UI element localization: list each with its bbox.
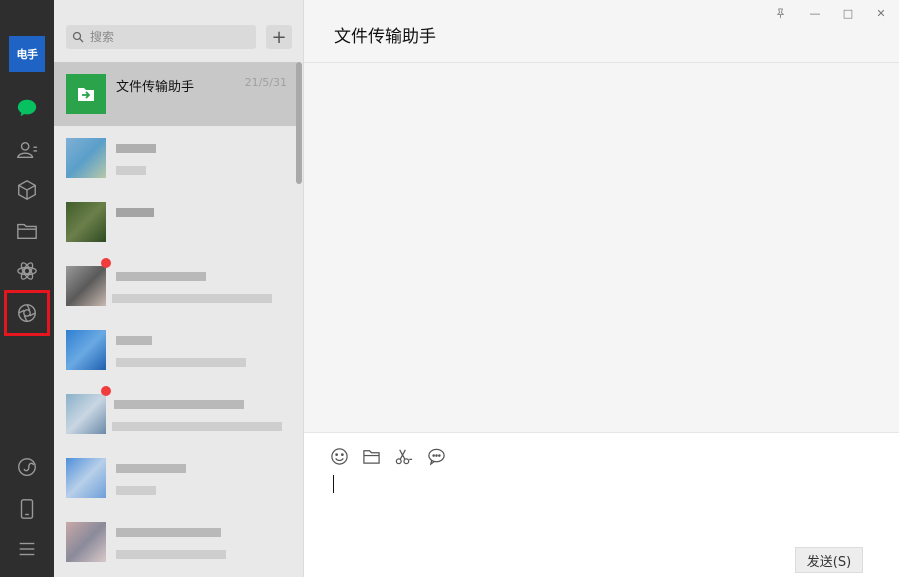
contact-avatar [66, 202, 106, 242]
contact-avatar [66, 394, 106, 434]
blurred-name [114, 400, 244, 409]
chat-history-button[interactable] [425, 445, 447, 467]
emoji-icon [330, 447, 348, 465]
close-button[interactable]: ✕ [871, 4, 891, 22]
chat-item-blurred[interactable] [54, 190, 297, 254]
search-box[interactable] [66, 25, 256, 49]
unread-badge [101, 386, 111, 396]
files-nav-button[interactable] [7, 214, 47, 248]
chat-item-blurred[interactable] [54, 318, 297, 382]
phone-icon [20, 499, 34, 519]
chat-item-blurred[interactable] [54, 126, 297, 190]
blurred-message [116, 550, 226, 559]
chat-window: 文件传输助手 — □ ✕ 发送(S) [304, 0, 899, 577]
contact-avatar [66, 458, 106, 498]
add-chat-button[interactable]: + [266, 25, 292, 49]
moments-icon [17, 262, 37, 280]
blurred-message [112, 294, 272, 303]
favorites-icon [18, 180, 36, 200]
blurred-name [116, 272, 206, 281]
search-icon [72, 31, 84, 43]
blurred-name [116, 336, 152, 345]
send-file-button[interactable] [360, 445, 382, 467]
chat-name: 文件传输助手 [116, 80, 195, 95]
blurred-message [112, 422, 282, 431]
contacts-icon [17, 141, 38, 159]
text-cursor [333, 475, 334, 493]
blurred-name [116, 208, 154, 217]
scissors-icon [395, 449, 412, 464]
maximize-button[interactable]: □ [838, 4, 858, 22]
chat-item-blurred[interactable] [54, 382, 297, 446]
files-icon [17, 223, 37, 240]
contact-avatar [66, 138, 106, 178]
search-input[interactable] [90, 30, 250, 44]
chat-nav-button[interactable] [7, 91, 47, 125]
moments-nav-button[interactable] [7, 254, 47, 288]
blurred-name [116, 144, 156, 153]
contact-avatar [66, 522, 106, 562]
header-divider [304, 62, 899, 63]
chat-list-scrollbar[interactable] [296, 62, 302, 184]
channels-icon [18, 304, 36, 322]
miniprogram-icon [18, 458, 36, 476]
chat-bubble-icon [427, 448, 445, 466]
chat-list-panel: + 文件传输助手 21/5/31 [54, 0, 304, 577]
contact-avatar [66, 330, 106, 370]
message-input-area[interactable]: 发送(S) [304, 432, 899, 577]
blurred-message [116, 486, 156, 495]
screenshot-button[interactable] [392, 445, 414, 467]
contact-avatar [66, 266, 106, 306]
miniprogram-nav-button[interactable] [7, 450, 47, 484]
chat-icon [17, 99, 37, 117]
blurred-message [116, 166, 146, 175]
emoji-button[interactable] [328, 445, 350, 467]
blurred-name [116, 528, 221, 537]
favorites-nav-button[interactable] [7, 173, 47, 207]
channels-nav-button[interactable] [7, 296, 47, 330]
contacts-nav-button[interactable] [7, 133, 47, 167]
chat-item-file-transfer[interactable]: 文件传输助手 21/5/31 [54, 62, 297, 126]
chat-title: 文件传输助手 [334, 27, 436, 47]
menu-nav-button[interactable] [7, 532, 47, 566]
blurred-name [116, 464, 186, 473]
nav-rail: 电手 [0, 0, 54, 577]
pin-button[interactable] [770, 4, 790, 22]
minimize-button[interactable]: — [805, 4, 825, 22]
folder-icon [362, 449, 380, 464]
pin-icon [776, 7, 784, 18]
send-button[interactable]: 发送(S) [795, 547, 863, 573]
blurred-message [116, 358, 246, 367]
chat-item-blurred[interactable] [54, 446, 297, 510]
unread-badge [101, 258, 111, 268]
folder-arrow-icon [78, 88, 94, 101]
chat-item-blurred[interactable] [54, 254, 297, 318]
chat-item-blurred[interactable] [54, 510, 297, 574]
avatar[interactable]: 电手 [9, 36, 45, 72]
phone-nav-button[interactable] [7, 492, 47, 526]
file-transfer-avatar [66, 74, 106, 114]
chat-time: 21/5/31 [244, 76, 287, 89]
menu-icon [19, 542, 35, 556]
